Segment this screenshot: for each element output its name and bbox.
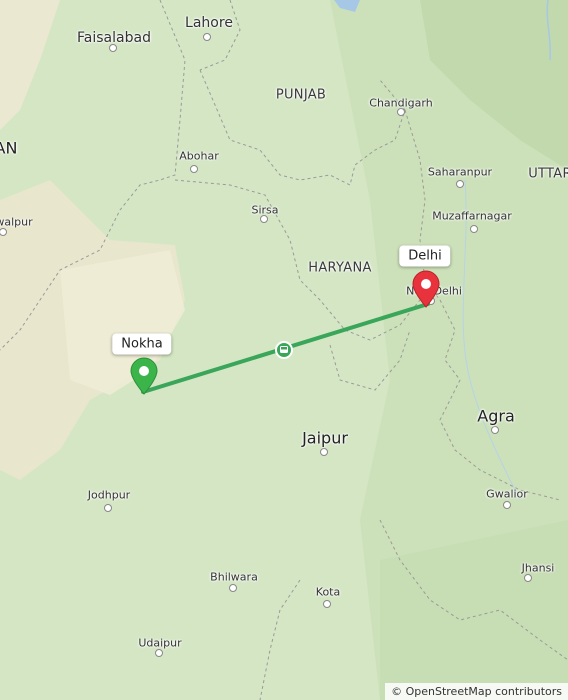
map-canvas[interactable]: Faisalabad Lahore PUNJAB Chandigarh AN A… [0,0,568,700]
destination-pin-icon[interactable] [411,270,441,308]
route-layer [141,302,430,394]
destination-label: Delhi [408,248,442,264]
origin-pin-icon[interactable] [129,357,159,395]
bus-icon[interactable] [275,341,293,359]
destination-callout[interactable]: Delhi [399,245,451,267]
origin-label: Nokha [121,336,163,352]
copyright-symbol: © [391,685,403,698]
origin-callout[interactable]: Nokha [112,333,172,355]
map-attribution: © OpenStreetMap contributors [385,683,568,700]
osm-contributors-link[interactable]: OpenStreetMap contributors [406,685,562,698]
